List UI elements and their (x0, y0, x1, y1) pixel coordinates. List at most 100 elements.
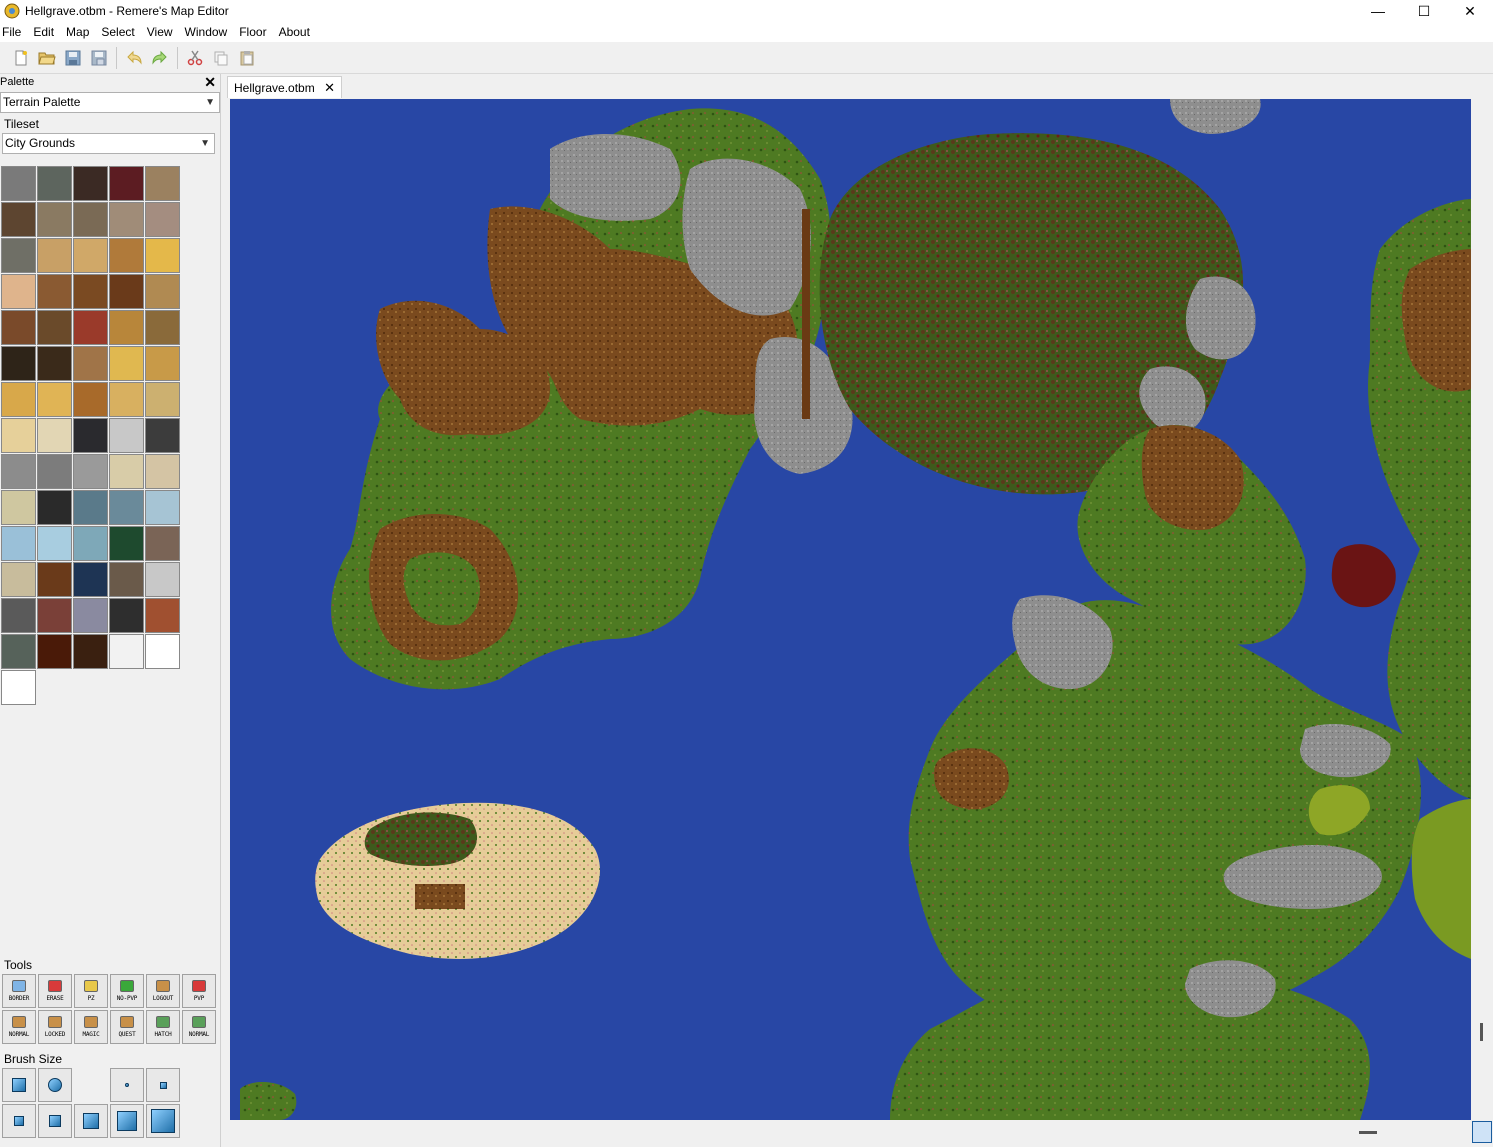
menu-file[interactable]: File (0, 22, 27, 42)
copy-button[interactable] (208, 45, 234, 71)
tool-button-locked[interactable]: LOCKED (38, 1010, 72, 1044)
brush-size-button[interactable] (146, 1104, 180, 1138)
tile-brush[interactable] (73, 238, 108, 273)
tile-brush[interactable] (73, 418, 108, 453)
tile-brush[interactable] (109, 274, 144, 309)
tile-brush[interactable] (145, 274, 180, 309)
tile-brush[interactable] (145, 346, 180, 381)
vertical-scroll-thumb[interactable] (1480, 1023, 1483, 1041)
tool-button-no-pvp[interactable]: NO-PVP (110, 974, 144, 1008)
palette-close-icon[interactable]: ✕ (204, 75, 216, 89)
tool-button-border[interactable]: BORDER (2, 974, 36, 1008)
tile-brush[interactable] (37, 346, 72, 381)
brush-size-button[interactable] (110, 1068, 144, 1102)
tile-brush[interactable] (37, 202, 72, 237)
horizontal-scrollbar[interactable] (230, 1120, 1471, 1147)
save-file-button[interactable] (60, 45, 86, 71)
tile-brush[interactable] (109, 598, 144, 633)
tool-button-pvp[interactable]: PVP (182, 974, 216, 1008)
tile-brush[interactable] (1, 382, 36, 417)
tile-brush[interactable] (145, 634, 180, 669)
tile-brush[interactable] (109, 634, 144, 669)
menu-map[interactable]: Map (60, 22, 95, 42)
redo-button[interactable] (147, 45, 173, 71)
tile-brush[interactable] (37, 274, 72, 309)
tile-brush[interactable] (1, 202, 36, 237)
tile-brush[interactable] (145, 166, 180, 201)
tile-brush[interactable] (145, 526, 180, 561)
tool-button-normal[interactable]: NORMAL (2, 1010, 36, 1044)
tile-brush[interactable] (37, 238, 72, 273)
tile-brush[interactable] (73, 598, 108, 633)
map-view[interactable] (230, 99, 1471, 1120)
tile-brush[interactable] (145, 202, 180, 237)
tile-brush[interactable] (1, 454, 36, 489)
tile-brush[interactable] (145, 454, 180, 489)
tileset-select[interactable]: City Grounds ▼ (2, 133, 215, 154)
tile-brush[interactable] (73, 382, 108, 417)
tile-brush[interactable] (73, 634, 108, 669)
tile-brush[interactable] (73, 490, 108, 525)
tile-brush[interactable] (37, 490, 72, 525)
tile-brush[interactable] (145, 238, 180, 273)
tile-brush[interactable] (145, 490, 180, 525)
tile-brush[interactable] (37, 418, 72, 453)
new-file-button[interactable] (8, 45, 34, 71)
tile-brush[interactable] (73, 274, 108, 309)
tile-brush[interactable] (73, 202, 108, 237)
tile-brush[interactable] (73, 454, 108, 489)
tile-brush[interactable] (145, 598, 180, 633)
tile-brush[interactable] (73, 526, 108, 561)
tile-brush[interactable] (1, 418, 36, 453)
tool-button-magic[interactable]: MAGIC (74, 1010, 108, 1044)
tool-button-normal[interactable]: NORMAL (182, 1010, 216, 1044)
minimize-button[interactable]: — (1355, 0, 1401, 22)
tool-button-hatch[interactable]: HATCH (146, 1010, 180, 1044)
undo-button[interactable] (121, 45, 147, 71)
save-as-button[interactable] (86, 45, 112, 71)
tool-button-quest[interactable]: QUEST (110, 1010, 144, 1044)
menu-floor[interactable]: Floor (233, 22, 272, 42)
horizontal-scroll-thumb[interactable] (1359, 1131, 1377, 1134)
tile-brush[interactable] (1, 634, 36, 669)
corner-resize-icon[interactable] (1472, 1121, 1492, 1143)
tile-brush[interactable] (73, 562, 108, 597)
brush-size-button[interactable] (38, 1068, 72, 1102)
tile-brush[interactable] (1, 490, 36, 525)
brush-size-button[interactable] (110, 1104, 144, 1138)
tile-brush[interactable] (109, 490, 144, 525)
tile-brush[interactable] (1, 310, 36, 345)
brush-size-button[interactable] (2, 1068, 36, 1102)
tile-brush[interactable] (109, 166, 144, 201)
brush-size-button[interactable] (38, 1104, 72, 1138)
close-icon[interactable]: ✕ (324, 80, 335, 96)
menu-edit[interactable]: Edit (27, 22, 60, 42)
tile-brush[interactable] (37, 166, 72, 201)
tile-brush[interactable] (1, 346, 36, 381)
tile-brush[interactable] (37, 634, 72, 669)
tile-brush[interactable] (37, 526, 72, 561)
tile-brush[interactable] (73, 310, 108, 345)
tool-button-pz[interactable]: PZ (74, 974, 108, 1008)
tile-brush[interactable] (109, 562, 144, 597)
close-button[interactable]: ✕ (1447, 0, 1493, 22)
tile-brush[interactable] (1, 562, 36, 597)
map-canvas[interactable] (230, 99, 1471, 1120)
menu-window[interactable]: Window (179, 22, 234, 42)
tile-brush[interactable] (109, 238, 144, 273)
tile-brush[interactable] (37, 598, 72, 633)
tool-button-logout[interactable]: LOGOUT (146, 974, 180, 1008)
paste-button[interactable] (234, 45, 260, 71)
open-file-button[interactable] (34, 45, 60, 71)
tile-brush[interactable] (73, 166, 108, 201)
tile-brush[interactable] (1, 274, 36, 309)
tile-brush[interactable] (109, 418, 144, 453)
tile-brush[interactable] (1, 598, 36, 633)
tile-brush[interactable] (109, 346, 144, 381)
tile-brush[interactable] (1, 670, 36, 705)
tile-brush[interactable] (109, 202, 144, 237)
vertical-scrollbar[interactable] (1471, 99, 1493, 1120)
tile-brush[interactable] (37, 454, 72, 489)
tile-brush[interactable] (109, 310, 144, 345)
brush-size-button[interactable] (74, 1104, 108, 1138)
